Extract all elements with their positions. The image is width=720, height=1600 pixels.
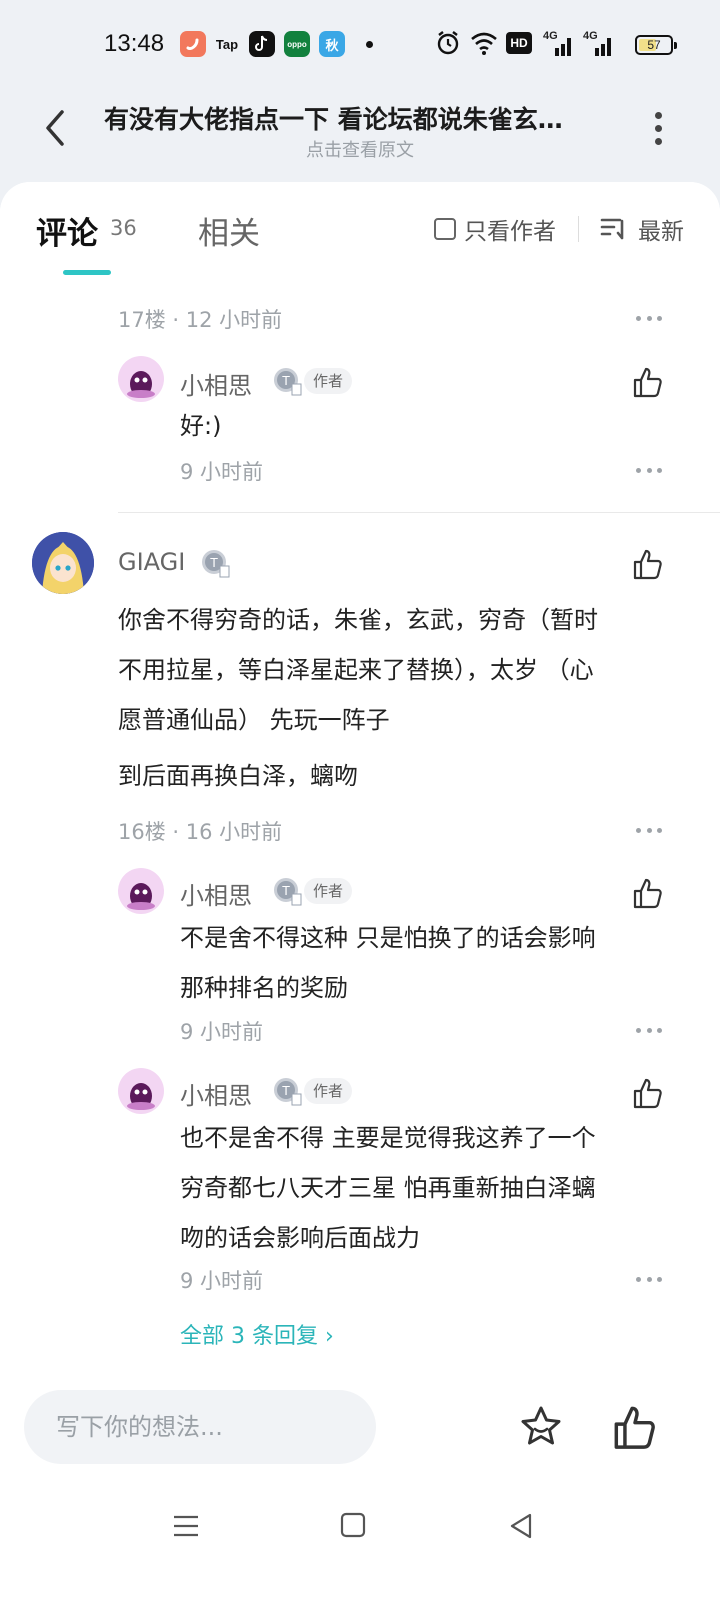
thumbs-up-icon[interactable]: [632, 366, 664, 398]
reply-time: 9 小时前: [180, 1269, 264, 1293]
oppo-app-icon: oppo: [284, 31, 310, 57]
tab-divider: [578, 216, 579, 242]
username[interactable]: 小相思: [180, 366, 252, 401]
tiktok-app-icon: [249, 31, 275, 57]
avatar[interactable]: [118, 1068, 164, 1114]
reply-more-icon[interactable]: [636, 468, 662, 476]
wifi-icon: [471, 32, 497, 55]
username[interactable]: 小相思: [180, 876, 252, 911]
reply-text-line: 也不是舍不得 主要是觉得我这养了一个: [180, 1124, 596, 1152]
avatar[interactable]: [118, 356, 164, 402]
reply-time: 9 小时前: [180, 460, 264, 484]
tab-comments[interactable]: 评论: [36, 208, 98, 253]
username[interactable]: GIAGI: [118, 548, 185, 576]
comment-input[interactable]: 写下你的想法...: [24, 1390, 376, 1464]
comments-sheet: 评论 36 相关 只看作者 最新 17楼 · 12 小时前 小相思 T 作者 好…: [0, 182, 720, 1422]
comment-text-line: 愿普通仙品） 先玩一阵子: [118, 706, 390, 734]
battery-indicator: 57: [635, 35, 677, 55]
pepper-app-icon: [180, 31, 206, 57]
comments-count: 36: [110, 216, 137, 240]
comment-17-meta: 17楼 · 12 小时前: [118, 308, 283, 332]
tab-related[interactable]: 相关: [198, 208, 260, 253]
reply-more-icon[interactable]: [636, 1277, 662, 1285]
reply-text-line: 穷奇都七八天才三星 怕再重新抽白泽螭: [180, 1174, 596, 1202]
level-badge-icon: T: [202, 550, 230, 578]
reply-time: 9 小时前: [180, 1020, 264, 1044]
reply-text: 好:): [180, 412, 222, 440]
comment-text-line: 你舍不得穷奇的话，朱雀，玄武，穷奇（暂时: [118, 606, 598, 634]
back-icon[interactable]: [508, 1512, 534, 1540]
more-options-icon[interactable]: [652, 112, 664, 145]
comment-bottom-bar: 写下你的想法...: [0, 1370, 720, 1490]
hd-badge: HD: [506, 32, 532, 54]
tab-active-indicator: [63, 270, 111, 275]
avatar[interactable]: [118, 868, 164, 914]
avatar[interactable]: [32, 532, 94, 594]
sort-button[interactable]: 最新: [600, 212, 684, 246]
svg-text:T: T: [281, 1084, 290, 1098]
comment-more-icon[interactable]: [636, 316, 662, 324]
author-tag: 作者: [304, 368, 353, 394]
author-only-toggle[interactable]: 只看作者: [434, 212, 556, 246]
level-badge-icon: T: [274, 368, 302, 396]
favorite-star-icon[interactable]: [518, 1404, 564, 1450]
level-badge-icon: T: [274, 878, 302, 906]
signal-icon-2: 4G: [583, 30, 615, 56]
tap-app-icon: Tap: [215, 36, 239, 52]
comment-16-meta: 16楼 · 16 小时前: [118, 820, 283, 844]
reply-text-line: 不是舍不得这种 只是怕换了的话会影响: [180, 924, 596, 952]
comment-more-icon[interactable]: [636, 828, 662, 836]
sort-icon: [600, 218, 624, 240]
battery-level: 57: [647, 38, 661, 52]
thumbs-up-icon[interactable]: [632, 1077, 664, 1109]
system-nav-bar: [0, 1490, 720, 1600]
thumbs-up-icon[interactable]: [632, 877, 664, 909]
notification-dot: [366, 41, 373, 48]
menu-icon[interactable]: [172, 1514, 200, 1538]
signal-icon-1: 4G: [543, 30, 575, 56]
blue-app-icon: 秋: [319, 31, 345, 57]
level-badge-icon: T: [274, 1078, 302, 1106]
svg-text:T: T: [209, 556, 218, 570]
username[interactable]: 小相思: [180, 1076, 252, 1111]
status-bar: 13:48 Tap oppo 秋 HD 4G 4G 57: [0, 0, 720, 90]
home-icon[interactable]: [340, 1512, 366, 1538]
comment-text-line: 到后面再换白泽，螭吻: [118, 762, 358, 790]
reply-text-line: 那种排名的奖励: [180, 974, 348, 1002]
comment-divider: [118, 512, 720, 513]
author-tag: 作者: [304, 878, 353, 904]
tab-bar: 评论 36 相关 只看作者 最新: [0, 182, 720, 282]
author-only-checkbox[interactable]: [434, 218, 456, 240]
sort-label: 最新: [638, 219, 684, 245]
view-all-replies-link[interactable]: 全部 3 条回复 ›: [180, 1318, 334, 1350]
author-only-label: 只看作者: [464, 219, 556, 245]
reply-text-line: 吻的话会影响后面战力: [180, 1224, 420, 1252]
reply-more-icon[interactable]: [636, 1028, 662, 1036]
post-title[interactable]: 有没有大佬指点一下 看论坛都说朱雀玄…: [104, 100, 614, 136]
comment-text-line: 不用拉星，等白泽星起来了替换），太岁 （心: [118, 656, 594, 684]
thumbs-up-icon[interactable]: [612, 1404, 658, 1450]
view-original-link[interactable]: 点击查看原文: [0, 136, 720, 162]
svg-text:T: T: [281, 884, 290, 898]
status-time: 13:48: [104, 30, 165, 57]
svg-text:T: T: [281, 374, 290, 388]
alarm-icon: [437, 31, 459, 55]
author-tag: 作者: [304, 1078, 353, 1104]
thumbs-up-icon[interactable]: [632, 548, 664, 580]
